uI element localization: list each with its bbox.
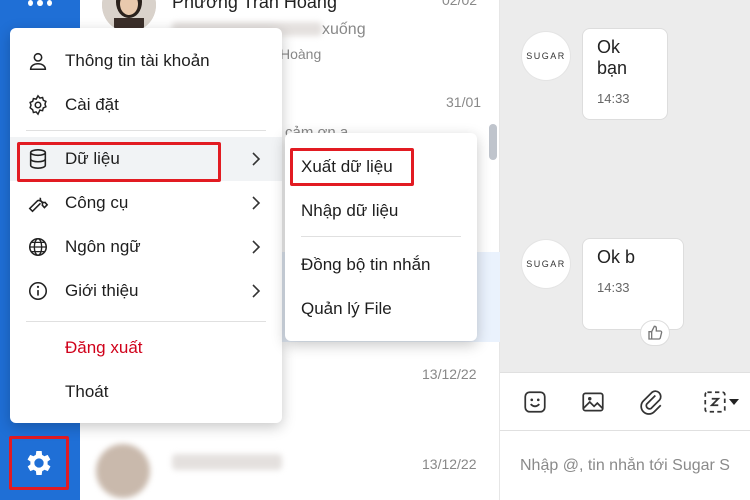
message-bubble[interactable]: Ok b 14:33 [582, 238, 684, 330]
menu-item-settings[interactable]: Cài đặt [10, 83, 282, 127]
menu-item-label: Ngôn ngữ [65, 237, 141, 256]
gear-icon [27, 451, 51, 475]
menu-item-label: Đăng xuất [65, 338, 143, 357]
attach-button[interactable] [636, 387, 666, 417]
submenu-divider [301, 236, 461, 237]
screenshot-button[interactable] [694, 387, 748, 417]
sticker-button[interactable] [520, 387, 550, 417]
settings-menu: Thông tin tài khoản Cài đặt Dữ liệu Công… [10, 28, 282, 423]
submenu-item-file-manager[interactable]: Quản lý File [301, 299, 392, 319]
chevron-right-icon [252, 196, 261, 210]
highlight-box [17, 142, 221, 182]
settings-button[interactable] [9, 436, 69, 490]
chevron-right-icon [252, 152, 261, 166]
chevron-right-icon [252, 284, 261, 298]
conversation-time: 13/12/22 [422, 366, 477, 382]
conversation-scrollbar[interactable] [489, 124, 497, 160]
chevron-right-icon [252, 240, 261, 254]
globe-icon [26, 235, 50, 259]
conversation-name: Phương Trần Hoàng [172, 0, 337, 12]
blurred-text [172, 454, 282, 470]
image-icon [582, 392, 604, 412]
submenu-item-import[interactable]: Nhập dữ liệu [301, 201, 398, 221]
submenu-item-sync-messages[interactable]: Đồng bộ tin nhắn [301, 255, 431, 275]
thumbs-up-icon [648, 325, 663, 340]
sender-avatar: SUGAR [522, 32, 570, 80]
image-button[interactable] [578, 387, 608, 417]
compose-area [500, 430, 750, 500]
sticker-icon [524, 391, 546, 413]
sender-avatar: SUGAR [522, 240, 570, 288]
menu-item-account-info[interactable]: Thông tin tài khoản [10, 39, 282, 83]
chat-toolbar [500, 372, 750, 430]
conversation-time: 31/01 [446, 94, 482, 110]
conversation-item[interactable]: 13/12/22 [80, 432, 488, 500]
highlight-box [290, 148, 414, 186]
message-time: 14:33 [597, 280, 630, 295]
message-input[interactable] [520, 457, 750, 475]
menu-item-exit[interactable]: Thoát [10, 370, 282, 414]
user-icon [26, 49, 50, 73]
caret-down-icon [729, 399, 739, 405]
wrench-icon [26, 191, 50, 215]
conversation-sender: Hoàng [280, 46, 322, 62]
conversation-time: 02/02 [442, 0, 478, 8]
message-bubble[interactable]: Ok bạn 14:33 [582, 28, 668, 120]
menu-item-label: Cài đặt [65, 95, 119, 114]
conversation-snippet: xuống [322, 21, 366, 38]
info-icon [26, 279, 50, 303]
avatar [96, 444, 150, 498]
message-text: Ok b [597, 247, 636, 267]
chat-panel: SUGAR Ok bạn 14:33 SUGAR Ok b 14:33 [500, 0, 750, 500]
menu-item-label: Giới thiệu [65, 281, 139, 300]
menu-divider [26, 130, 266, 131]
screenshot-icon [704, 391, 726, 413]
menu-item-label: Thông tin tài khoản [65, 51, 210, 70]
more-dots-icon[interactable] [28, 0, 52, 6]
menu-item-logout[interactable]: Đăng xuất [10, 326, 282, 370]
message-text: Ok bạn [597, 37, 628, 78]
menu-item-tools[interactable]: Công cụ [10, 181, 282, 225]
menu-item-language[interactable]: Ngôn ngữ [10, 225, 282, 269]
menu-divider [26, 321, 266, 322]
gear-icon [26, 93, 50, 117]
menu-item-about[interactable]: Giới thiệu [10, 269, 282, 313]
paperclip-icon [640, 390, 662, 415]
menu-item-label: Thoát [65, 382, 109, 401]
like-button[interactable] [640, 320, 670, 346]
message-time: 14:33 [597, 91, 630, 106]
conversation-time: 13/12/22 [422, 456, 477, 472]
menu-item-label: Công cụ [65, 193, 129, 212]
